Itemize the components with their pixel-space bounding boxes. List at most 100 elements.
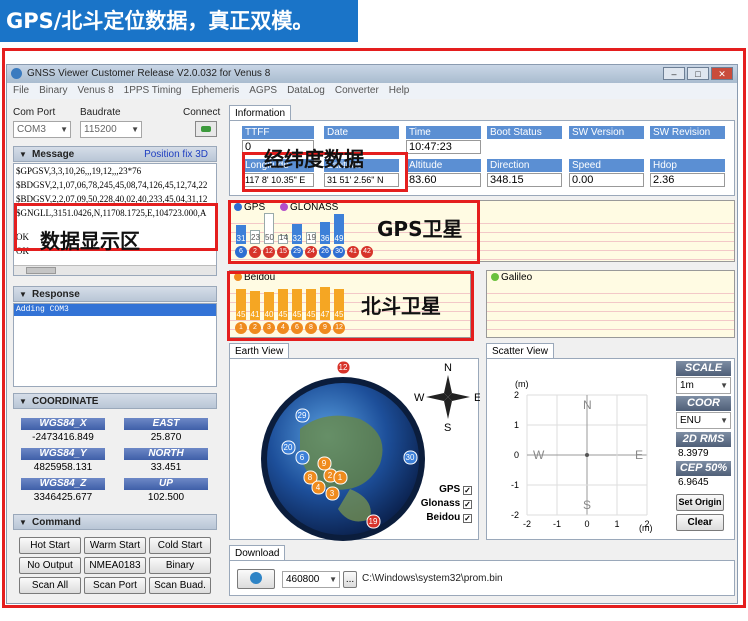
- x-tick-label: 0: [584, 519, 589, 529]
- horizontal-scrollbar[interactable]: [14, 265, 216, 275]
- satellite-marker: 9: [317, 456, 332, 471]
- menu-binary[interactable]: Binary: [39, 83, 67, 99]
- galileo-dot-icon: [491, 273, 499, 281]
- nmea0183-button[interactable]: NMEA0183: [84, 557, 146, 574]
- command-panel-header[interactable]: ▼ Command: [13, 514, 217, 530]
- satellite-marker: 6: [295, 450, 310, 465]
- cold-start-button[interactable]: Cold Start: [149, 537, 211, 554]
- no-output-button[interactable]: No Output: [19, 557, 81, 574]
- boot-status-label: Boot Status: [487, 126, 562, 139]
- app-icon: [11, 68, 22, 79]
- tab-download[interactable]: Download: [229, 545, 286, 561]
- satellite-prn: 4: [316, 483, 321, 492]
- scatter-west: W: [533, 448, 545, 462]
- east-value: 25.870: [150, 432, 182, 443]
- east-label: EAST: [124, 418, 208, 430]
- banner-title: GPS/北斗定位数据，真正双模。: [0, 0, 358, 42]
- time-value: 10:47:23: [406, 140, 481, 154]
- menu-file[interactable]: File: [13, 83, 29, 99]
- hdop-label: Hdop: [650, 159, 725, 172]
- scrollbar-thumb[interactable]: [26, 267, 56, 274]
- response-panel-header[interactable]: ▼ Response: [13, 286, 217, 302]
- scan-all-button[interactable]: Scan All: [19, 577, 81, 594]
- hdop-value: 2.36: [650, 173, 725, 187]
- filter-gps-label: GPS: [439, 484, 461, 495]
- compass-west: W: [414, 392, 425, 404]
- wgs84-y-value: 4825958.131: [33, 462, 93, 473]
- scale-value: 1m: [680, 380, 694, 391]
- menu-datalog[interactable]: DataLog: [287, 83, 325, 99]
- browse-button[interactable]: ...: [343, 571, 357, 588]
- minimize-icon[interactable]: –: [663, 67, 685, 80]
- coordinate-panel-header[interactable]: ▼ COORDINATE: [13, 393, 217, 409]
- maximize-icon[interactable]: □: [687, 67, 709, 80]
- menu-venus8[interactable]: Venus 8: [77, 83, 113, 99]
- menu-ephemeris[interactable]: Ephemeris: [191, 83, 239, 99]
- tab-scatter-view[interactable]: Scatter View: [486, 343, 554, 359]
- tab-earth-view[interactable]: Earth View: [229, 343, 290, 359]
- close-icon[interactable]: ✕: [711, 67, 733, 80]
- scan-port-button[interactable]: Scan Port: [84, 577, 146, 594]
- checkbox-checked-icon[interactable]: ✓: [463, 486, 472, 495]
- scatter-east: E: [635, 448, 643, 462]
- scatter-plot: 210-1-2-2 -1 0 1 2 (m) (m) N S W E: [511, 379, 653, 533]
- response-log[interactable]: Adding COM3: [13, 303, 217, 387]
- compass-south: S: [444, 422, 451, 434]
- time-label: Time: [406, 126, 481, 139]
- rms-label: 2D RMS: [676, 432, 731, 447]
- direction-label: Direction: [487, 159, 562, 172]
- scatter-origin-point: [585, 453, 589, 457]
- coor-select[interactable]: ENU ▼: [676, 412, 731, 429]
- message-panel-header[interactable]: ▼ Message Position fix 3D: [13, 146, 217, 162]
- download-icon: [250, 572, 262, 584]
- menu-converter[interactable]: Converter: [335, 83, 379, 99]
- compass-needle: [448, 393, 470, 401]
- scatter-north: N: [583, 398, 592, 412]
- binary-button[interactable]: Binary: [149, 557, 211, 574]
- menu-1pps-timing[interactable]: 1PPS Timing: [124, 83, 182, 99]
- filter-glonass-label: Glonass: [420, 498, 461, 509]
- download-baud-value: 460800: [286, 574, 320, 585]
- chevron-down-icon: ▼: [329, 575, 337, 584]
- coor-value: ENU: [680, 415, 702, 426]
- scatter-south: S: [583, 498, 591, 512]
- earth-view-panel: N S W E 12 29 20 6 30 9 2 8 4 1 3 19 GPS ✓ Glonass …: [229, 358, 481, 541]
- menu-help[interactable]: Help: [389, 83, 410, 99]
- com-port-select[interactable]: COM3 ▼: [13, 121, 71, 138]
- galileo-legend-label: Galileo: [501, 272, 533, 283]
- compass-needle: [444, 397, 452, 419]
- constellation-filters: GPS ✓ Glonass ✓ Beidou ✓: [421, 483, 472, 525]
- cep-label: CEP 50%: [676, 461, 731, 476]
- wgs84-z-value: 3346425.677: [33, 492, 93, 503]
- download-baud-select[interactable]: 460800 ▼: [282, 571, 340, 588]
- scatter-grid: 210-1-2-2 -1 0 1 2: [511, 390, 650, 529]
- compass-north: N: [444, 362, 452, 374]
- tab-information[interactable]: Information: [229, 105, 292, 121]
- satellite-marker: 3: [325, 486, 340, 501]
- connect-button[interactable]: [195, 121, 217, 137]
- hot-start-button[interactable]: Hot Start: [19, 537, 81, 554]
- baudrate-select[interactable]: 115200 ▼: [80, 121, 142, 138]
- baudrate-value: 115200: [84, 124, 117, 135]
- checkbox-checked-icon[interactable]: ✓: [463, 514, 472, 523]
- up-label: UP: [124, 478, 208, 490]
- checkbox-checked-icon[interactable]: ✓: [463, 500, 472, 509]
- compass-needle: [426, 393, 448, 401]
- filter-glonass[interactable]: Glonass ✓: [421, 497, 472, 511]
- com-port-value: COM3: [17, 124, 46, 135]
- date-label: Date: [324, 126, 399, 139]
- download-button[interactable]: [237, 569, 275, 589]
- satellite-prn: 8: [308, 473, 313, 482]
- filter-beidou[interactable]: Beidou ✓: [421, 511, 472, 525]
- warm-start-button[interactable]: Warm Start: [84, 537, 146, 554]
- filter-gps[interactable]: GPS ✓: [421, 483, 472, 497]
- sw-revision-label: SW Revision: [650, 126, 725, 139]
- satellite-prn: 1: [338, 473, 343, 482]
- menu-agps[interactable]: AGPS: [249, 83, 277, 99]
- collapse-icon: ▼: [19, 397, 27, 406]
- clear-button[interactable]: Clear: [676, 514, 724, 531]
- x-tick-label: -1: [553, 519, 561, 529]
- scan-baud-button[interactable]: Scan Buad.: [149, 577, 211, 594]
- scale-select[interactable]: 1m ▼: [676, 377, 731, 394]
- set-origin-button[interactable]: Set Origin: [676, 494, 724, 511]
